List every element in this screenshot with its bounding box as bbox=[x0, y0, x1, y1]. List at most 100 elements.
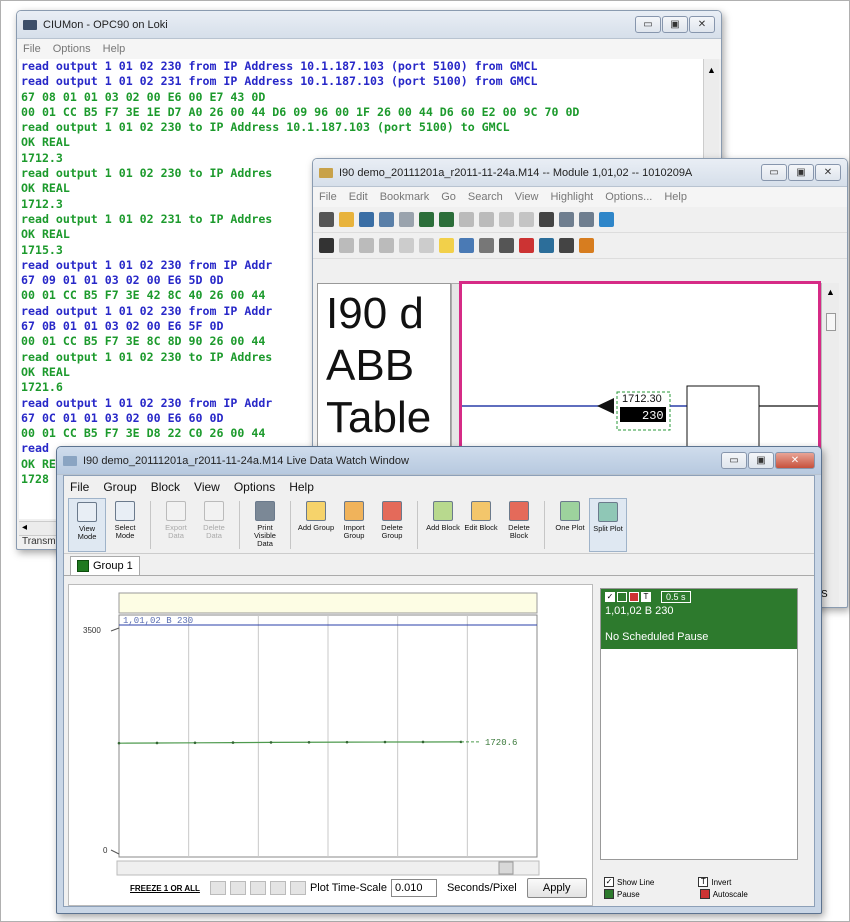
maximize-button[interactable]: ▣ bbox=[662, 16, 688, 33]
scroll-up-icon[interactable]: ▲ bbox=[704, 65, 719, 75]
minimize-button[interactable]: ▭ bbox=[635, 16, 661, 33]
pause-option[interactable]: Pause bbox=[604, 888, 640, 900]
block-entry[interactable]: ✓ T 0.5 s 1,01,02 B 230 No Scheduled Pau… bbox=[601, 589, 797, 649]
last-page-button[interactable] bbox=[289, 881, 306, 895]
menu-help[interactable]: Help bbox=[103, 43, 126, 55]
prev-page-button[interactable] bbox=[229, 881, 246, 895]
button-label: Export Data bbox=[165, 523, 187, 540]
menu-help[interactable]: Help bbox=[664, 191, 687, 203]
tools-icon[interactable] bbox=[399, 212, 414, 227]
close-button[interactable]: ✕ bbox=[775, 452, 815, 469]
add-group-button[interactable]: Add Group bbox=[297, 498, 335, 552]
show-line-checkbox[interactable]: ✓ bbox=[604, 877, 614, 887]
prev-button[interactable] bbox=[249, 881, 266, 895]
note-icon[interactable] bbox=[459, 238, 474, 253]
import-group-button[interactable]: Import Group bbox=[335, 498, 373, 552]
add-block-button[interactable]: Add Block bbox=[424, 498, 462, 552]
select-mode-button[interactable]: Select Mode bbox=[106, 498, 144, 552]
autoscale-icon[interactable] bbox=[699, 889, 710, 899]
edit-block-button[interactable]: Edit Block bbox=[462, 498, 500, 552]
up-right-icon[interactable] bbox=[479, 212, 494, 227]
menu-block[interactable]: Block bbox=[151, 480, 180, 494]
diagram-vertical-scrollbar[interactable]: ▲ bbox=[821, 283, 839, 607]
menu-bookmark[interactable]: Bookmark bbox=[380, 191, 430, 203]
module-titlebar[interactable]: I90 demo_20111201a_r2011-11-24a.M14 -- M… bbox=[313, 159, 847, 187]
maximize-button[interactable]: ▣ bbox=[748, 452, 774, 469]
live-data-icon[interactable] bbox=[579, 238, 594, 253]
next-button[interactable] bbox=[269, 881, 286, 895]
show-checkbox[interactable]: ✓ bbox=[605, 592, 615, 602]
maximize-button[interactable]: ▣ bbox=[788, 164, 814, 181]
down-arrow-icon[interactable] bbox=[439, 212, 454, 227]
invert-option[interactable]: T Invert bbox=[698, 876, 731, 888]
menu-file[interactable]: File bbox=[23, 43, 41, 55]
autoscale-option[interactable]: Autoscale bbox=[699, 888, 748, 900]
find-next-icon[interactable] bbox=[359, 238, 374, 253]
view-mode-button[interactable]: View Mode bbox=[68, 498, 106, 552]
menu-file[interactable]: File bbox=[319, 191, 337, 203]
find-all-icon[interactable] bbox=[379, 238, 394, 253]
window-icon[interactable] bbox=[539, 212, 554, 227]
zoom-out-icon[interactable] bbox=[579, 212, 594, 227]
home-icon[interactable] bbox=[339, 212, 354, 227]
triangle-up-icon[interactable] bbox=[399, 238, 414, 253]
live-titlebar[interactable]: I90 demo_20111201a_r2011-11-24a.M14 Live… bbox=[57, 447, 821, 475]
minimize-button[interactable]: ▭ bbox=[721, 452, 747, 469]
y-max-label: 3500 bbox=[83, 626, 101, 635]
up-arrow-icon[interactable] bbox=[419, 212, 434, 227]
minimize-button[interactable]: ▭ bbox=[761, 164, 787, 181]
search-doc-icon[interactable] bbox=[519, 238, 534, 253]
menu-edit[interactable]: Edit bbox=[349, 191, 368, 203]
page-icon[interactable] bbox=[359, 212, 374, 227]
first-page-button[interactable] bbox=[209, 881, 226, 895]
delete-group-button[interactable]: Delete Group bbox=[373, 498, 411, 552]
ciumon-titlebar[interactable]: CIUMon - OPC90 on Loki ▭ ▣ ✕ bbox=[17, 11, 721, 39]
menu-go[interactable]: Go bbox=[441, 191, 456, 203]
one-plot-button[interactable]: One Plot bbox=[551, 498, 589, 552]
pause-icon[interactable] bbox=[604, 889, 614, 899]
scroll-up-icon[interactable]: ▲ bbox=[822, 287, 839, 297]
print-icon[interactable] bbox=[319, 212, 334, 227]
menu-options[interactable]: Options bbox=[234, 480, 275, 494]
scroll-thumb[interactable] bbox=[825, 313, 836, 331]
menu-options[interactable]: Options bbox=[53, 43, 91, 55]
refresh-icon[interactable] bbox=[599, 212, 614, 227]
menu-options[interactable]: Options... bbox=[605, 191, 652, 203]
invert-icon[interactable]: T bbox=[698, 877, 709, 887]
back-icon[interactable] bbox=[499, 212, 514, 227]
plot-panel[interactable]: 1,01,02 B 230 3500 0 1720.6 bbox=[68, 584, 593, 906]
menu-search[interactable]: Search bbox=[468, 191, 503, 203]
find-prev-icon[interactable] bbox=[339, 238, 354, 253]
up-left-icon[interactable] bbox=[459, 212, 474, 227]
show-line-option[interactable]: ✓ Show Line bbox=[604, 876, 654, 888]
timescale-input[interactable] bbox=[390, 879, 437, 897]
menu-view[interactable]: View bbox=[194, 480, 220, 494]
split-plot-button[interactable]: Split Plot bbox=[589, 498, 627, 552]
clock-icon[interactable] bbox=[559, 238, 574, 253]
close-button[interactable]: ✕ bbox=[815, 164, 841, 181]
forward-icon[interactable] bbox=[519, 212, 534, 227]
triangle-down-icon[interactable] bbox=[419, 238, 434, 253]
print-visible-data-button[interactable]: Print Visible Data bbox=[246, 498, 284, 552]
binoculars-icon[interactable] bbox=[319, 238, 334, 253]
app-icon bbox=[23, 19, 37, 30]
close-button[interactable]: ✕ bbox=[689, 16, 715, 33]
apply-button[interactable]: Apply bbox=[526, 878, 587, 898]
console-line: OK REAL bbox=[21, 135, 70, 150]
menu-help[interactable]: Help bbox=[289, 480, 314, 494]
menu-group[interactable]: Group bbox=[103, 480, 136, 494]
zoom-in-icon[interactable] bbox=[559, 212, 574, 227]
flag-icon[interactable] bbox=[539, 238, 554, 253]
menu-file[interactable]: File bbox=[70, 480, 89, 494]
delete-block-button[interactable]: Delete Block bbox=[500, 498, 538, 552]
menu-highlight[interactable]: Highlight bbox=[550, 191, 593, 203]
grid-icon[interactable] bbox=[499, 238, 514, 253]
tab-group-1[interactable]: Group 1 bbox=[70, 556, 140, 575]
list-icon[interactable] bbox=[479, 238, 494, 253]
highlight-icon[interactable] bbox=[439, 238, 454, 253]
delete-data-button[interactable]: Delete Data bbox=[195, 498, 233, 552]
menu-view[interactable]: View bbox=[515, 191, 539, 203]
freeze-button[interactable]: FREEZE 1 OR ALL bbox=[130, 884, 200, 893]
export-data-button[interactable]: Export Data bbox=[157, 498, 195, 552]
page-export-icon[interactable] bbox=[379, 212, 394, 227]
